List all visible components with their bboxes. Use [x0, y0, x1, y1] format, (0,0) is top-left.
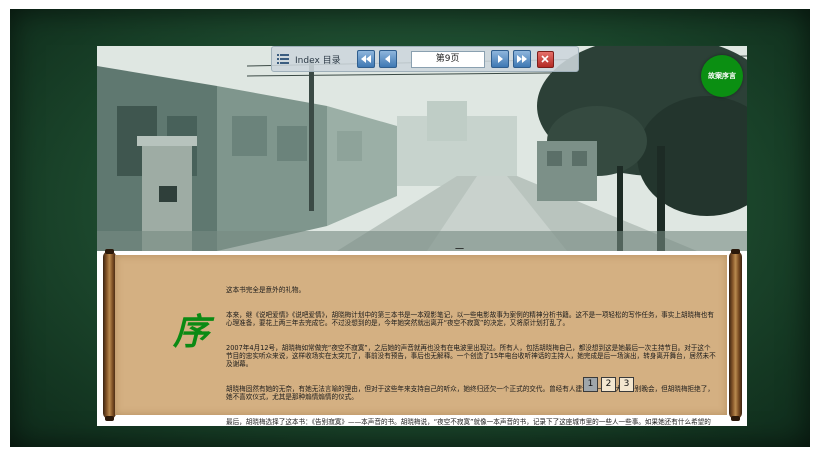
first-page-icon	[360, 55, 371, 63]
paragraph: 2007年4月12号，胡晓梅如常做完“夜空不寂寞”，之后她的声音就再也没有在电波…	[226, 343, 716, 369]
prev-page-icon	[384, 55, 390, 63]
last-page-button[interactable]	[512, 50, 531, 68]
paragraph: 胡晓梅固然有她的无奈，有她无法言喻的理由，但对于这些年来支持自己的听众，她终归还…	[226, 384, 714, 402]
page-link-3[interactable]: 3	[619, 377, 634, 392]
prev-page-button[interactable]	[378, 50, 397, 68]
reader-toolbar: Index 目录 第9页	[271, 46, 579, 72]
paragraph: 最后，胡晓梅选择了这本书：《告别寂寞》——本声音的书。胡晓梅说，“夜空不寂寞”就…	[226, 417, 711, 426]
scroll-paper: 序 一 这本书完全是意外的礼物。 本来，继《说吧爱情》《说吧爱情》，胡晓梅计划中…	[115, 245, 727, 426]
scroll-rod-right	[729, 249, 742, 421]
list-icon[interactable]	[277, 54, 289, 64]
scroll-area: 序 一 这本书完全是意外的礼物。 本来，继《说吧爱情》《说吧爱情》，胡晓梅计划中…	[97, 245, 747, 426]
paragraph: 本来，继《说吧爱情》《说吧爱情》，胡晓梅计划中的第三本书是一本观影笔记，以一些电…	[226, 311, 714, 328]
book-page: Index 目录 第9页 故案序言 序 一 这本书完全是意外的礼物。 本来，继《…	[97, 46, 747, 426]
page-link-1[interactable]: 1	[583, 377, 598, 392]
first-page-button[interactable]	[356, 50, 375, 68]
street-scene-art	[97, 46, 747, 251]
preface-badge-button[interactable]: 故案序言	[701, 55, 743, 97]
page-link-2[interactable]: 2	[601, 377, 616, 392]
green-backdrop: Index 目录 第9页 故案序言 序 一 这本书完全是意外的礼物。 本来，继《…	[10, 9, 810, 447]
index-button[interactable]: Index 目录	[295, 53, 341, 66]
close-button[interactable]	[536, 50, 554, 68]
preface-glyph: 序	[173, 311, 210, 353]
close-icon	[541, 55, 549, 63]
page-number-field[interactable]: 第9页	[410, 50, 485, 68]
chapter-heading: 一	[455, 245, 465, 255]
next-page-icon	[497, 55, 503, 63]
paragraph: 这本书完全是意外的礼物。	[226, 286, 306, 295]
preface-text: 这本书完全是意外的礼物。 本来，继《说吧爱情》《说吧爱情》，胡晓梅计划中的第三本…	[226, 270, 716, 426]
last-page-icon	[516, 55, 527, 63]
street-illustration: Index 目录 第9页 故案序言	[97, 46, 747, 251]
next-page-button[interactable]	[490, 50, 509, 68]
pagination: 1 2 3	[583, 377, 634, 392]
